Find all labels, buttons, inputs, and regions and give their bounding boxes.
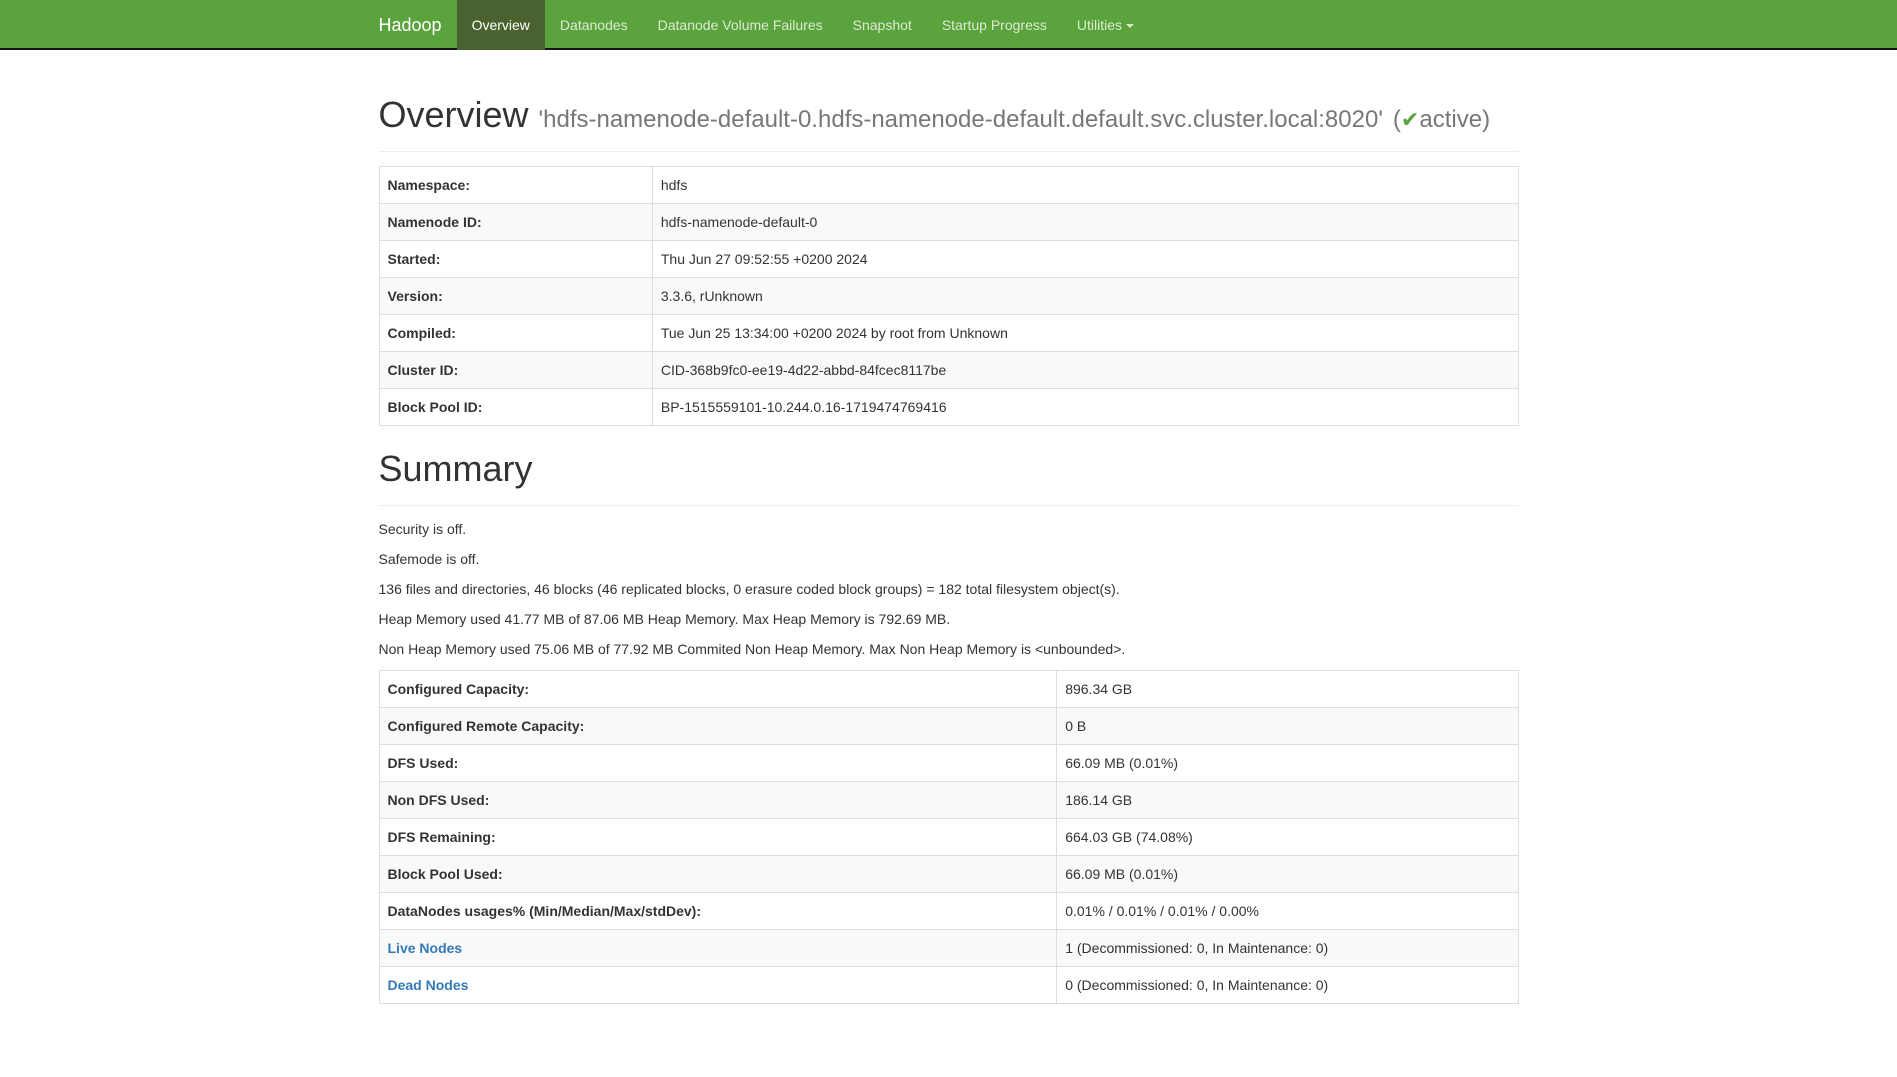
nav-link[interactable]: Datanode Volume Failures [643,0,838,50]
row-label: Started: [388,251,441,267]
row-value: 66.09 MB (0.01%) [1057,855,1518,892]
table-row: Started: Thu Jun 27 09:52:55 +0200 2024 [379,241,1518,278]
row-label: Block Pool ID: [388,399,483,415]
row-value: Thu Jun 27 09:52:55 +0200 2024 [652,241,1518,278]
caret-down-icon [1126,24,1134,28]
status-paren-close: ) [1482,106,1490,133]
row-label: Namenode ID: [388,214,482,230]
navbar-brand[interactable]: Hadoop [379,0,457,50]
nav-item: Datanode Volume Failures [643,0,838,50]
nav-link[interactable]: Utilities [1062,0,1149,50]
nav-link-label: Datanode Volume Failures [658,17,823,33]
summary-heading: Summary [379,446,1519,491]
table-row: DFS Used: 66.09 MB (0.01%) [379,744,1518,781]
summary-line: Safemode is off. [379,550,1519,570]
summary-table: Configured Capacity: 896.34 GB Configure… [379,670,1519,1004]
table-row: Cluster ID: CID-368b9fc0-ee19-4d22-abbd-… [379,352,1518,389]
namenode-status: (✔active) [1393,106,1490,133]
row-value: 0 (Decommissioned: 0, In Maintenance: 0) [1057,966,1518,1003]
nav-link[interactable]: Overview [457,0,545,50]
nav-link-label: Utilities [1077,17,1122,33]
status-paren-open: ( [1393,106,1401,133]
summary-paragraphs: Security is off. Safemode is off. 136 fi… [379,520,1519,660]
check-icon: ✔ [1401,107,1419,132]
row-value: Tue Jun 25 13:34:00 +0200 2024 by root f… [652,315,1518,352]
table-row: Live Nodes 1 (Decommissioned: 0, In Main… [379,929,1518,966]
table-row: Version: 3.3.6, rUnknown [379,278,1518,315]
summary-table-body: Configured Capacity: 896.34 GB Configure… [379,670,1518,1003]
navbar-container: Hadoop Overview Datanodes Datanode Volum… [364,0,1534,50]
row-label: Non DFS Used: [388,792,490,808]
table-row: Compiled: Tue Jun 25 13:34:00 +0200 2024… [379,315,1518,352]
row-value: 664.03 GB (74.08%) [1057,818,1518,855]
row-value: 0.01% / 0.01% / 0.01% / 0.00% [1057,892,1518,929]
nav-link[interactable]: Datanodes [545,0,643,50]
table-row: DataNodes usages% (Min/Median/Max/stdDev… [379,892,1518,929]
nav-item: Datanodes [545,0,643,50]
table-row: Configured Capacity: 896.34 GB [379,670,1518,707]
row-label: DataNodes usages% (Min/Median/Max/stdDev… [388,903,702,919]
namenode-address: 'hdfs-namenode-default-0.hdfs-namenode-d… [539,106,1383,133]
row-label: Cluster ID: [388,362,459,378]
summary-line: 136 files and directories, 46 blocks (46… [379,580,1519,600]
row-value: hdfs [652,167,1518,204]
table-row: DFS Remaining: 664.03 GB (74.08%) [379,818,1518,855]
row-value: 896.34 GB [1057,670,1518,707]
main-content: Overview 'hdfs-namenode-default-0.hdfs-n… [364,92,1534,1004]
row-value: hdfs-namenode-default-0 [652,204,1518,241]
nav-item: Utilities [1062,0,1149,50]
row-value: 1 (Decommissioned: 0, In Maintenance: 0) [1057,929,1518,966]
nav-link-label: Datanodes [560,17,628,33]
row-label: Namespace: [388,177,471,193]
row-label: Block Pool Used: [388,866,503,882]
nav-link[interactable]: Startup Progress [927,0,1062,50]
divider [379,505,1519,506]
row-label: Version: [388,288,443,304]
table-row: Block Pool ID: BP-1515559101-10.244.0.16… [379,389,1518,426]
nav-item: Overview [457,0,545,50]
row-value: 0 B [1057,707,1518,744]
row-label: Configured Remote Capacity: [388,718,585,734]
divider [379,151,1519,152]
row-label: Compiled: [388,325,456,341]
row-value: CID-368b9fc0-ee19-4d22-abbd-84fcec8117be [652,352,1518,389]
row-label: DFS Remaining: [388,829,496,845]
page-title: Overview 'hdfs-namenode-default-0.hdfs-n… [379,92,1519,137]
overview-table: Namespace: hdfs Namenode ID: hdfs-nameno… [379,166,1519,426]
table-row: Block Pool Used: 66.09 MB (0.01%) [379,855,1518,892]
page-title-text: Overview [379,94,529,135]
overview-table-body: Namespace: hdfs Namenode ID: hdfs-nameno… [379,167,1518,426]
summary-line: Security is off. [379,520,1519,540]
row-value: 3.3.6, rUnknown [652,278,1518,315]
row-label: Configured Capacity: [388,681,530,697]
table-row: Non DFS Used: 186.14 GB [379,781,1518,818]
nav-item: Snapshot [838,0,927,50]
top-navbar: Hadoop Overview Datanodes Datanode Volum… [0,0,1897,50]
row-value: 186.14 GB [1057,781,1518,818]
table-row: Namenode ID: hdfs-namenode-default-0 [379,204,1518,241]
nav-link-label: Snapshot [853,17,912,33]
summary-line: Non Heap Memory used 75.06 MB of 77.92 M… [379,640,1519,660]
status-text: active [1419,106,1482,133]
table-row: Configured Remote Capacity: 0 B [379,707,1518,744]
nav-item: Startup Progress [927,0,1062,50]
summary-line: Heap Memory used 41.77 MB of 87.06 MB He… [379,610,1519,630]
nav-link-label: Startup Progress [942,17,1047,33]
row-value: BP-1515559101-10.244.0.16-1719474769416 [652,389,1518,426]
table-row: Namespace: hdfs [379,167,1518,204]
nav-link[interactable]: Snapshot [838,0,927,50]
dead-nodes-link[interactable]: Dead Nodes [388,977,469,993]
table-row: Dead Nodes 0 (Decommissioned: 0, In Main… [379,966,1518,1003]
row-label: DFS Used: [388,755,459,771]
live-nodes-link[interactable]: Live Nodes [388,940,463,956]
navbar-menu: Overview Datanodes Datanode Volume Failu… [457,0,1149,50]
row-value: 66.09 MB (0.01%) [1057,744,1518,781]
nav-link-label: Overview [472,17,530,33]
